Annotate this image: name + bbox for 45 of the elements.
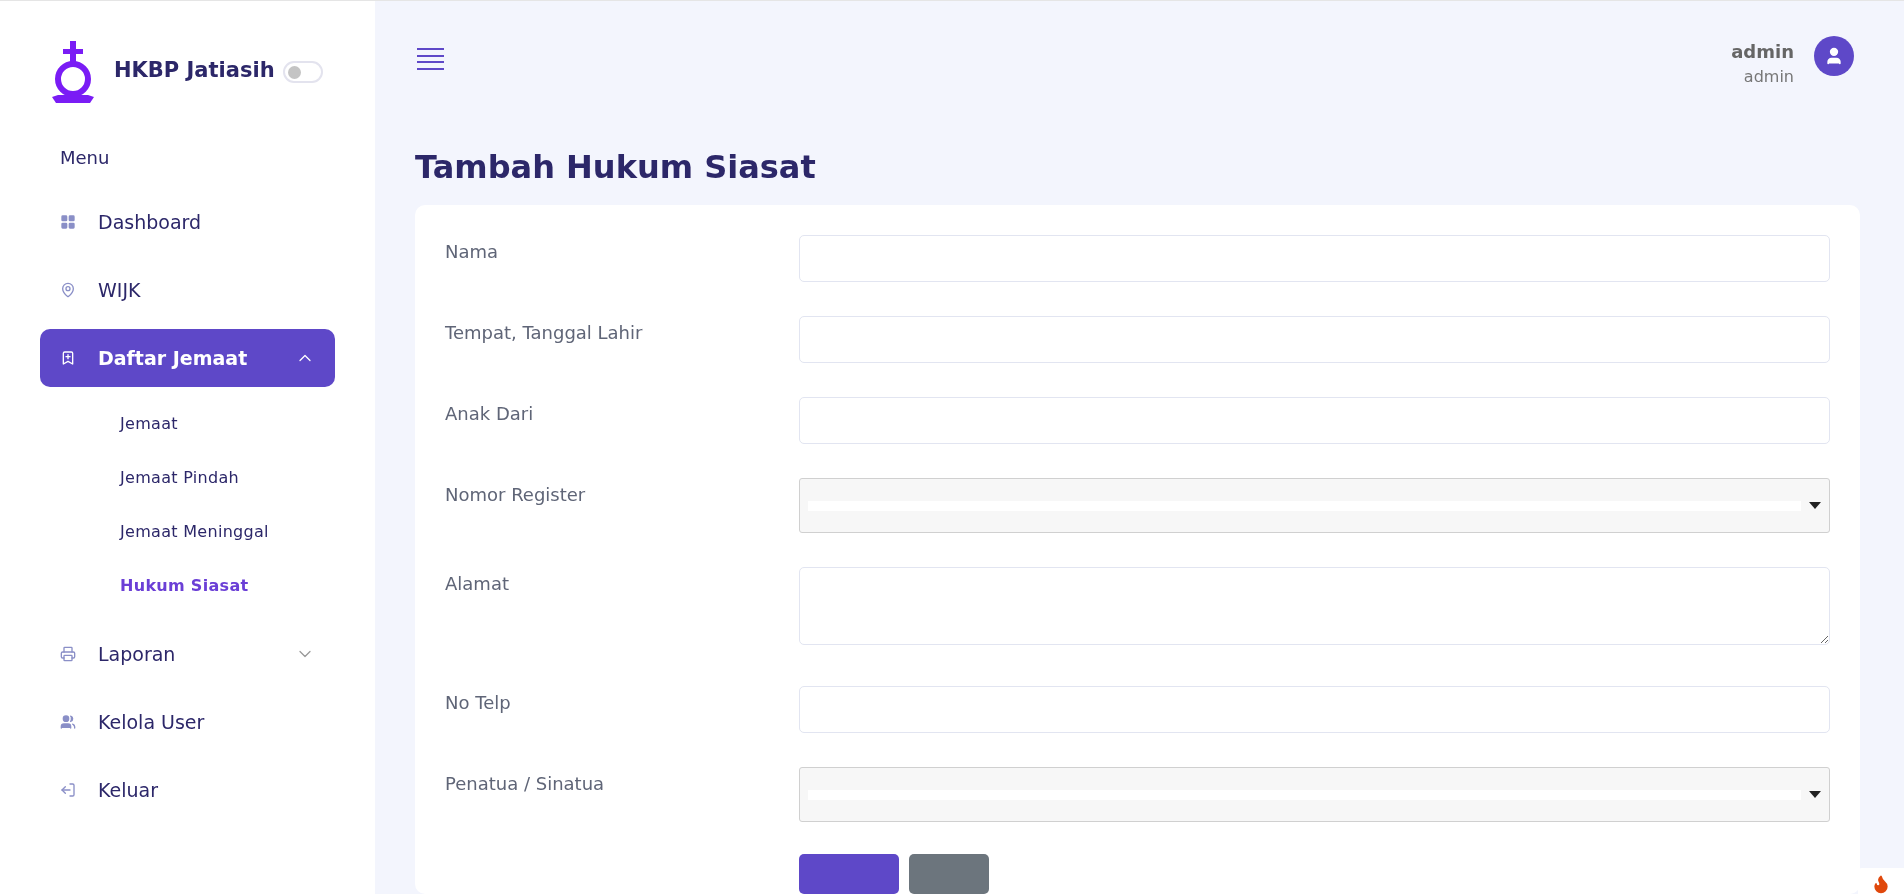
- printer-icon: [60, 646, 76, 662]
- field-label: Penatua / Sinatua: [445, 773, 605, 794]
- person-icon: [1824, 46, 1844, 66]
- input-field[interactable]: [799, 235, 1830, 282]
- location-pin-icon: [60, 282, 76, 298]
- textarea-field[interactable]: [799, 567, 1830, 645]
- menu-icon[interactable]: [417, 48, 444, 70]
- sidebar-item[interactable]: Keluar: [40, 761, 335, 819]
- flame-icon: [1871, 874, 1891, 894]
- user-avatar[interactable]: [1814, 36, 1854, 76]
- bookmark-icon: [60, 350, 76, 366]
- input-field[interactable]: [799, 316, 1830, 363]
- field-label: Alamat: [445, 573, 509, 594]
- submenu-item[interactable]: Hukum Siasat: [120, 559, 335, 613]
- submenu-item[interactable]: Jemaat Pindah: [120, 451, 335, 505]
- submenu-item[interactable]: Jemaat Meninggal: [120, 505, 335, 559]
- submenu-item[interactable]: Jemaat: [120, 397, 335, 451]
- grid-icon: [60, 214, 76, 230]
- sidebar-item[interactable]: Kelola User: [40, 693, 335, 751]
- sidebar-item[interactable]: WIJK: [40, 261, 335, 319]
- sidebar-item[interactable]: Dashboard: [40, 193, 335, 251]
- logout-icon: [60, 782, 76, 798]
- dropdown-arrow-icon: [1809, 791, 1821, 798]
- field-label: Tempat, Tanggal Lahir: [445, 322, 643, 343]
- theme-toggle[interactable]: [282, 61, 323, 83]
- select-field[interactable]: [799, 478, 1830, 533]
- field-label: Nama: [445, 241, 499, 262]
- field-label: No Telp: [445, 692, 511, 713]
- dropdown-arrow-icon: [1809, 502, 1821, 509]
- input-field[interactable]: [799, 686, 1830, 733]
- sidebar-item[interactable]: Daftar Jemaat: [40, 329, 335, 387]
- users-icon: [60, 714, 76, 730]
- brand-name: HKBP Jatiasih: [114, 57, 275, 84]
- select-field[interactable]: [799, 767, 1830, 822]
- user-name: admin: [1731, 40, 1794, 64]
- field-label: Anak Dari: [445, 403, 534, 424]
- cancel-button[interactable]: [909, 854, 989, 894]
- menu-heading: Menu: [60, 147, 110, 168]
- floating-widget[interactable]: [1858, 868, 1904, 894]
- page-title: Tambah Hukum Siasat: [415, 147, 816, 188]
- input-field[interactable]: [799, 397, 1830, 444]
- submit-button[interactable]: [799, 854, 899, 894]
- sidebar-item[interactable]: Laporan: [40, 625, 335, 683]
- field-label: Nomor Register: [445, 484, 586, 505]
- user-role: admin: [1743, 66, 1794, 88]
